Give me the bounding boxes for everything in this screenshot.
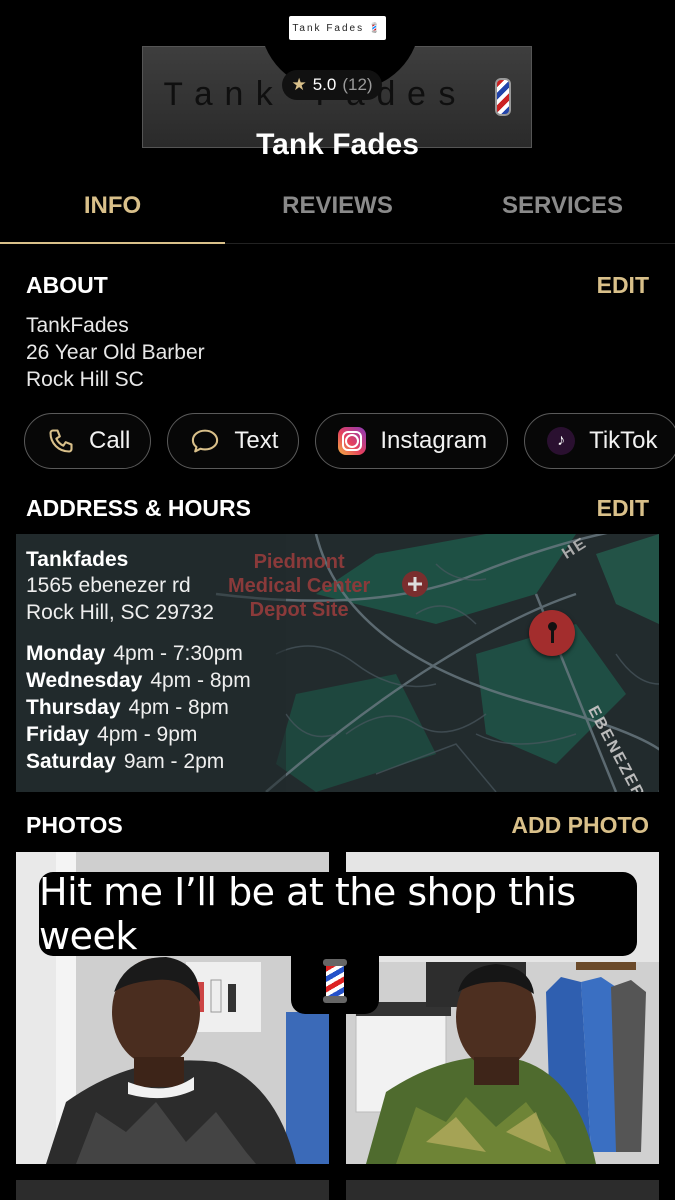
story-badge-label: Tank Fades [292,22,365,34]
tiktok-icon: ♪ [547,427,576,455]
hours-time: 4pm - 8pm [150,669,251,692]
location-pin-icon[interactable] [529,610,575,656]
page-title: Tank Fades [256,128,419,161]
story-emoji-overlay [291,948,379,1014]
address-title: ADDRESS & HOURS [26,495,251,521]
city-state-zip: Rock Hill, SC 29732 [26,601,214,624]
barber-pole-icon [323,959,347,1003]
about-edit-button[interactable]: EDIT [597,272,649,299]
address-edit-button[interactable]: EDIT [597,495,649,522]
hours-row: Thursday 4pm - 8pm [26,694,251,721]
hours-row: Saturday 9am - 2pm [26,748,251,775]
tiktok-label: TikTok [589,427,658,454]
hours-day: Wednesday [26,669,143,692]
hours-day: Friday [26,723,90,746]
about-line: TankFades [26,314,129,337]
tab-bar: INFO REVIEWS SERVICES [0,186,675,244]
barber-pole-icon [495,78,512,116]
rating-count: (12) [342,75,373,94]
hours-day: Saturday [26,750,116,773]
text-label: Text [234,427,279,454]
business-name: Tankfades [26,548,129,571]
about-line: 26 Year Old Barber [26,341,205,364]
map-view[interactable]: Piedmont Medical Center Depot Site HE EB… [16,534,659,792]
hours-time: 4pm - 7:30pm [113,642,243,665]
star-icon: ★ [291,75,307,94]
hours-day: Thursday [26,696,121,719]
tab-services[interactable]: SERVICES [450,186,675,243]
hours-time: 4pm - 9pm [97,723,198,746]
hours-row: Monday 4pm - 7:30pm [26,640,251,667]
hours-day: Monday [26,642,106,665]
instagram-icon [338,427,367,455]
tab-info[interactable]: INFO [0,186,225,244]
about-text: TankFades 26 Year Old Barber Rock Hill S… [26,312,205,393]
photos-section-header: PHOTOS ADD PHOTO [26,812,649,839]
tiktok-button[interactable]: ♪ TikTok [524,413,675,469]
instagram-button[interactable]: Instagram [315,413,509,469]
story-badge[interactable]: Tank Fades 💈 [289,16,386,40]
about-section-header: ABOUT EDIT [26,272,649,299]
add-photo-button[interactable]: ADD PHOTO [511,812,649,839]
photo-thumbnail[interactable] [346,1180,659,1200]
story-text-overlay: Hit me I’ll be at the shop this week [39,870,637,958]
phone-icon [49,429,73,453]
about-title: ABOUT [26,272,108,298]
call-label: Call [89,427,131,454]
hours-time: 4pm - 8pm [128,696,229,719]
about-line: Rock Hill SC [26,368,144,391]
hours-row: Friday 4pm - 9pm [26,721,251,748]
address-hours-info: Tankfades 1565 ebenezer rd Rock Hill, SC… [26,548,251,775]
text-button[interactable]: Text [167,413,300,469]
tab-reviews[interactable]: REVIEWS [225,186,450,243]
story-text: Hit me I’ll be at the shop this week [39,870,576,958]
chat-bubble-icon [192,429,219,453]
address-section-header: ADDRESS & HOURS EDIT [26,495,649,522]
hours-row: Wednesday 4pm - 8pm [26,667,251,694]
photos-title: PHOTOS [26,812,123,838]
rating-value: 5.0 [312,75,337,94]
hours-time: 9am - 2pm [123,750,225,773]
street-address: 1565 ebenezer rd [26,574,191,597]
call-button[interactable]: Call [24,413,152,469]
contact-chips: Call Text Instagram ♪ TikTok [24,413,675,471]
photo-thumbnail[interactable] [16,1180,329,1200]
barber-pole-icon: 💈 [368,22,383,34]
hours-list: Monday 4pm - 7:30pm Wednesday 4pm - 8pm Th… [26,640,251,775]
instagram-label: Instagram [380,427,488,454]
rating-badge[interactable]: ★ 5.0 (12) [282,70,382,100]
